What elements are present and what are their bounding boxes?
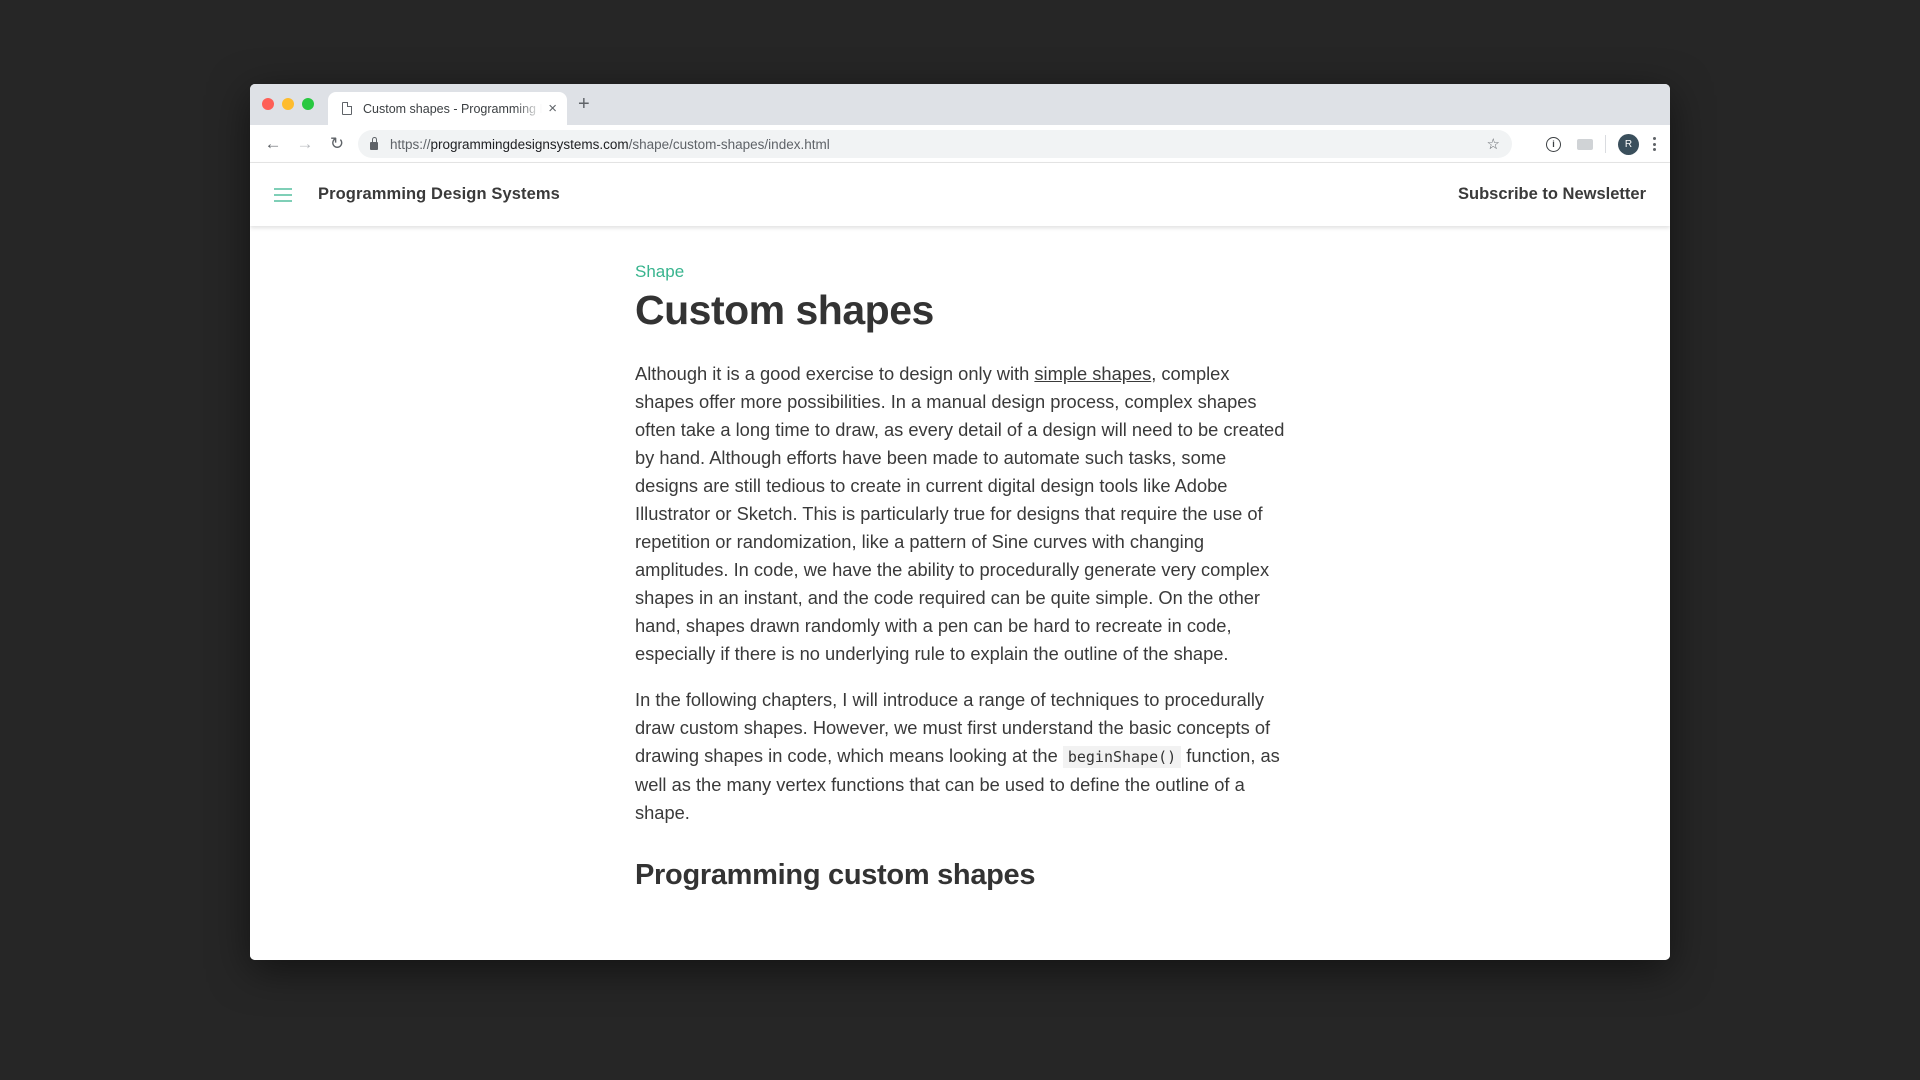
simple-shapes-link[interactable]: simple shapes	[1034, 363, 1151, 384]
reload-button[interactable]: ↻	[327, 134, 347, 154]
text: , complex shapes offer more possibilitie…	[635, 363, 1285, 665]
minimize-window-button[interactable]	[282, 98, 294, 110]
paragraph-chapters: In the following chapters, I will introd…	[635, 686, 1285, 827]
article: Shape Custom shapes Although it is a goo…	[635, 262, 1285, 892]
window-controls	[262, 98, 314, 110]
bookmark-star-icon[interactable]: ☆	[1487, 135, 1500, 153]
page-title: Custom shapes	[635, 287, 934, 333]
extension-icon[interactable]	[1577, 138, 1593, 150]
toolbar-actions: i R	[1546, 125, 1660, 163]
lock-icon[interactable]	[370, 136, 378, 150]
address-bar[interactable]: https://programmingdesignsystems.com/sha…	[358, 130, 1512, 158]
paragraph-intro: Although it is a good exercise to design…	[635, 360, 1285, 668]
site-title[interactable]: Programming Design Systems	[318, 185, 560, 204]
page-content: Shape Custom shapes Although it is a goo…	[250, 226, 1670, 960]
breadcrumb[interactable]: Shape	[635, 262, 1285, 282]
browser-tab[interactable]: Custom shapes - Programming Design Syste…	[328, 92, 567, 125]
new-tab-button[interactable]: +	[578, 94, 590, 114]
browser-toolbar: ← → ↻ https://programmingdesignsystems.c…	[250, 125, 1670, 163]
close-window-button[interactable]	[262, 98, 274, 110]
site-header: Programming Design Systems Subscribe to …	[250, 163, 1670, 226]
page-icon	[342, 101, 353, 115]
extension-info-icon[interactable]: i	[1546, 136, 1561, 152]
profile-avatar[interactable]: R	[1618, 133, 1639, 155]
more-menu-icon[interactable]	[1653, 137, 1656, 151]
toolbar-divider	[1605, 135, 1606, 153]
close-tab-icon[interactable]: ×	[548, 101, 557, 116]
url-host: programmingdesignsystems.com	[430, 136, 629, 152]
tab-bar: Custom shapes - Programming Design Syste…	[250, 84, 1670, 125]
subscribe-newsletter-link[interactable]: Subscribe to Newsletter	[1458, 185, 1646, 204]
menu-icon[interactable]	[274, 187, 292, 202]
tab-title: Custom shapes - Programming Design Syste…	[363, 101, 542, 116]
maximize-window-button[interactable]	[302, 98, 314, 110]
url-path: /shape/custom-shapes/index.html	[628, 136, 830, 152]
browser-window: Custom shapes - Programming Design Syste…	[250, 84, 1670, 960]
text: Although it is a good exercise to design…	[635, 363, 1035, 385]
forward-button[interactable]: →	[295, 134, 315, 154]
inline-code: beginShape()	[1062, 746, 1182, 769]
url-scheme: https://	[390, 136, 431, 152]
back-button[interactable]: ←	[263, 134, 283, 154]
section-heading: Programming custom shapes	[635, 859, 1036, 892]
